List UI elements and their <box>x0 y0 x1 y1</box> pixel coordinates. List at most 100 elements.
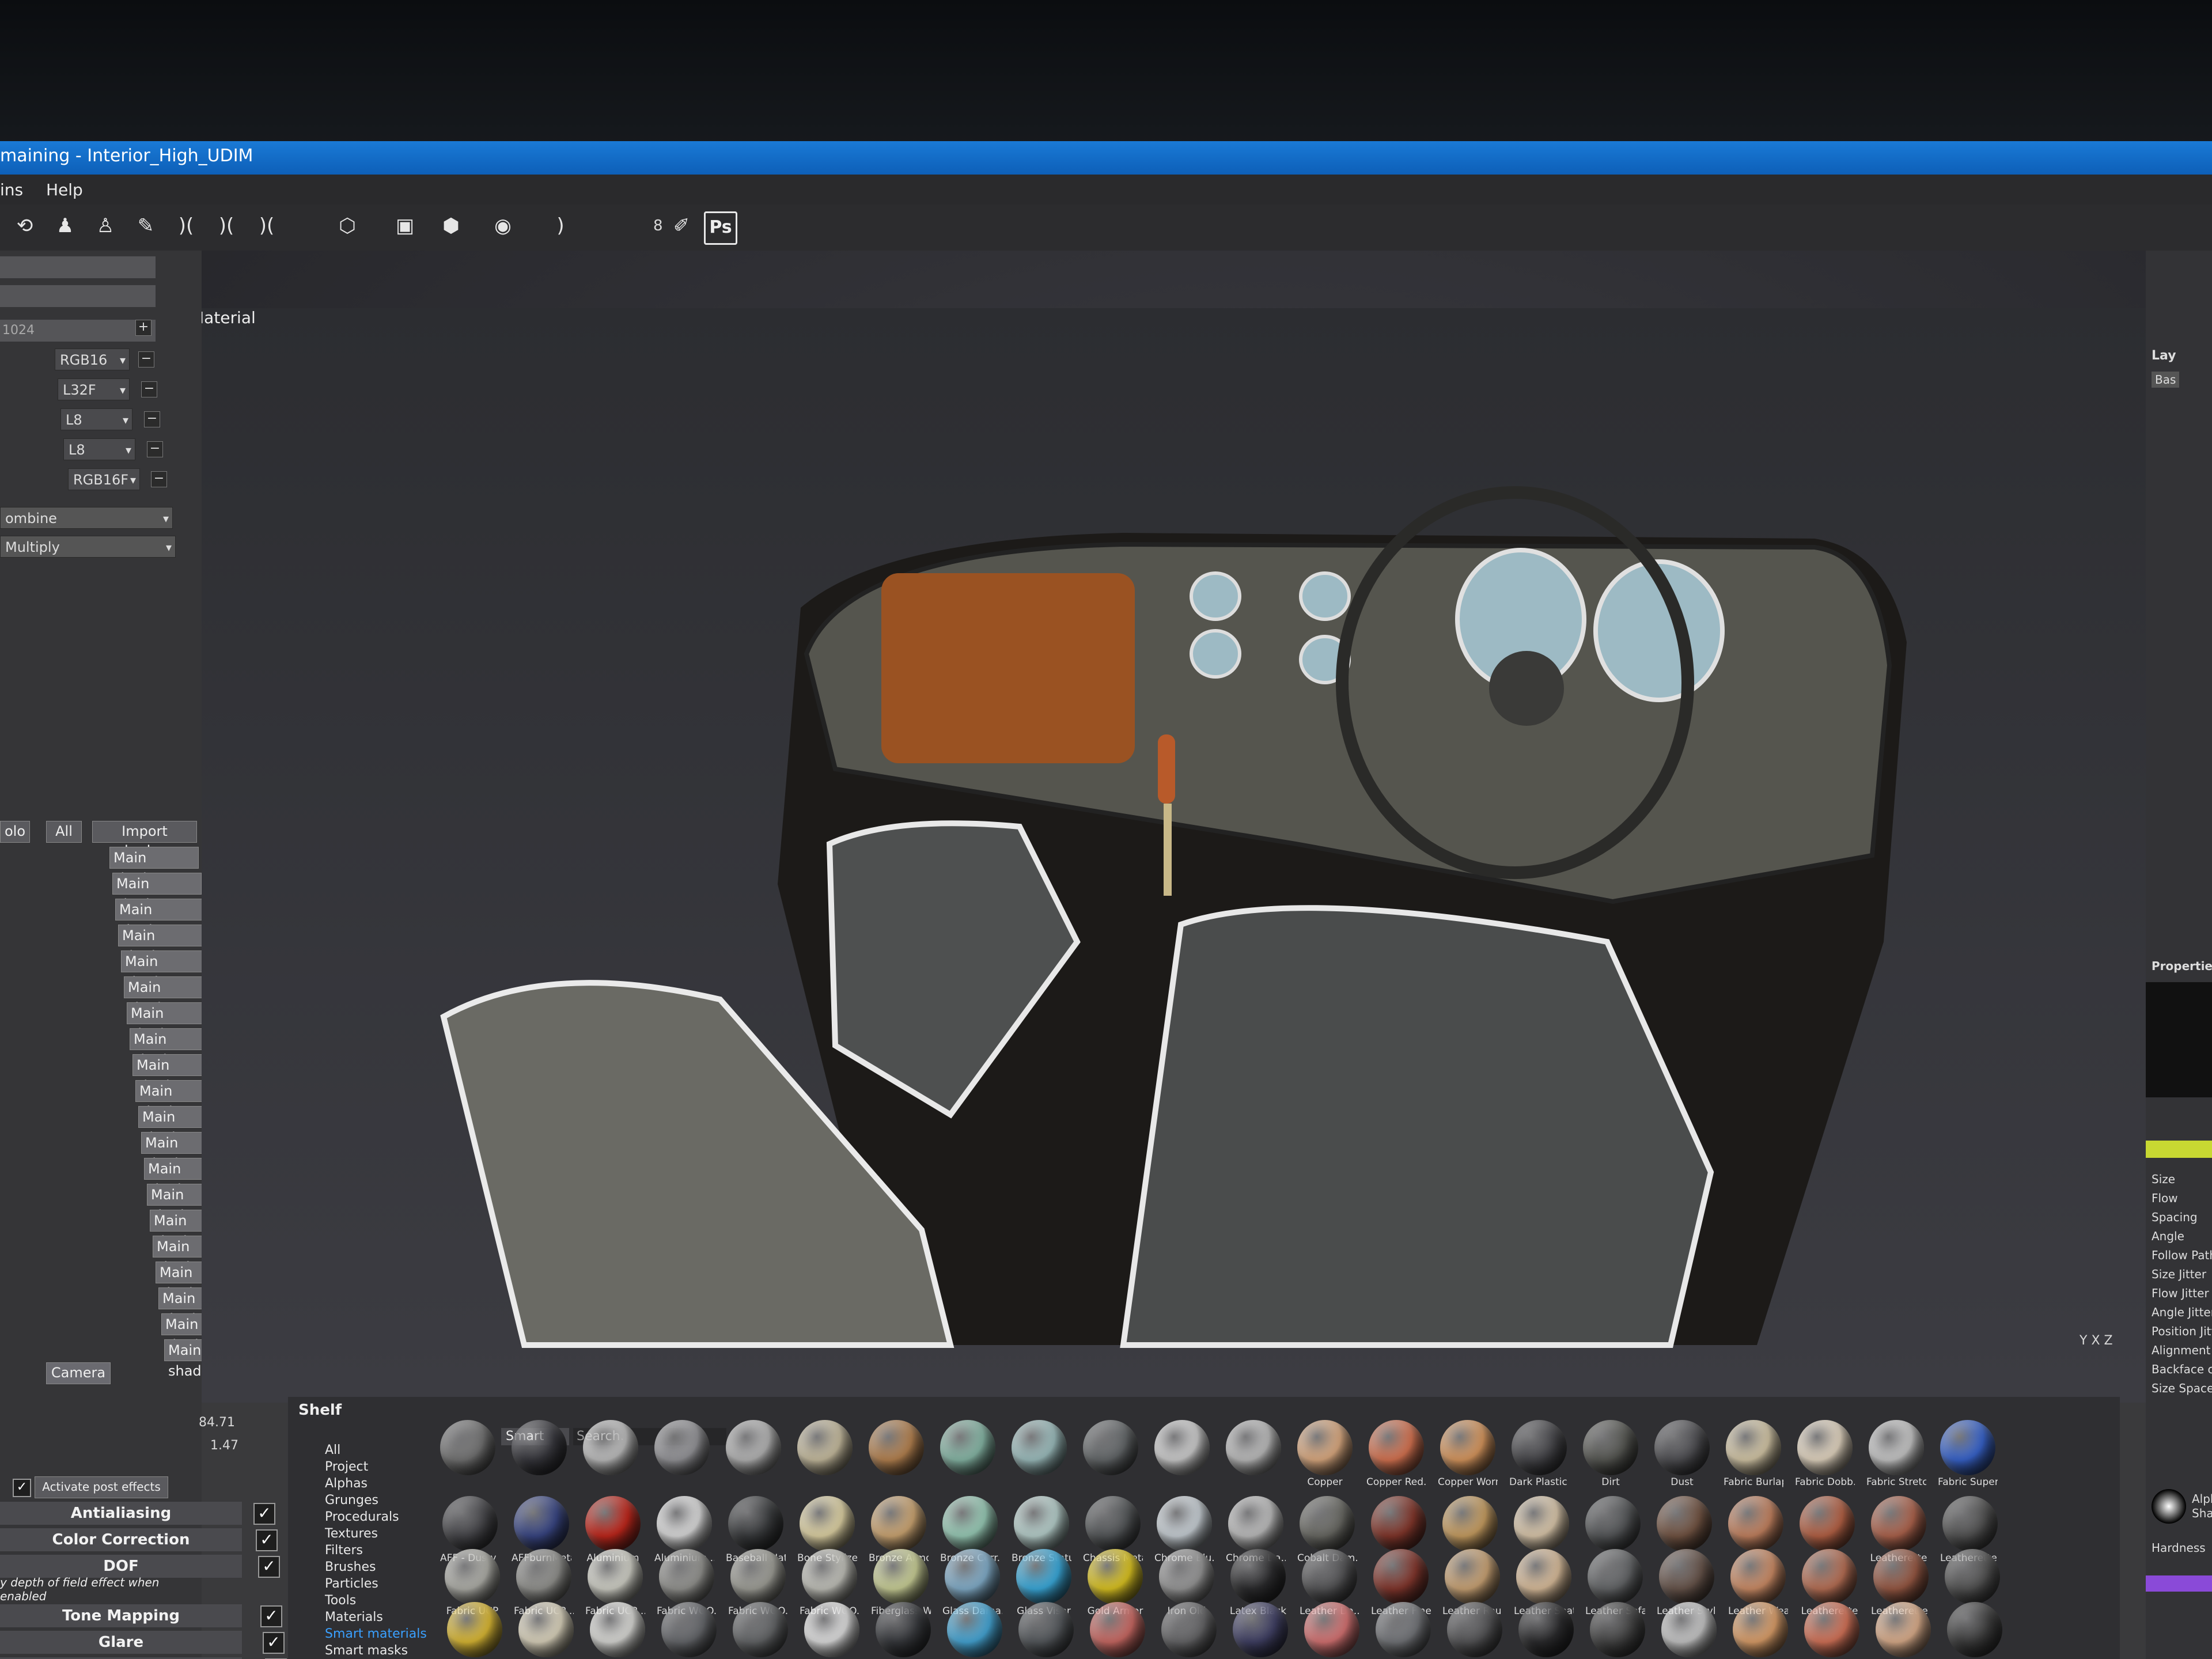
shelf-category[interactable]: All <box>325 1443 340 1457</box>
param-label[interactable]: Alignment <box>2152 1343 2210 1357</box>
alpha-shape-icon[interactable] <box>2152 1489 2186 1524</box>
material-swatch[interactable]: Rubber Tire <box>1516 1602 1576 1659</box>
layer-base[interactable]: Bas <box>2152 372 2180 388</box>
format-select-5[interactable]: RGB16F <box>68 468 140 491</box>
shader-item[interactable]: Main shader <box>118 925 207 964</box>
post-effect-checkbox[interactable]: ✓ <box>258 1556 280 1578</box>
post-effect-checkbox[interactable]: ✓ <box>263 1632 285 1654</box>
param-label[interactable]: Follow Path <box>2152 1248 2212 1262</box>
material-swatch[interactable] <box>1081 1420 1141 1476</box>
format-select-1[interactable]: RGB16 <box>55 349 130 371</box>
remove-channel-4[interactable]: − <box>147 441 163 457</box>
cube-wire-icon[interactable]: ⬢ <box>438 213 464 239</box>
shelf-category[interactable]: Materials <box>325 1610 383 1624</box>
param-label[interactable]: Size Space <box>2152 1381 2212 1395</box>
material-swatch[interactable]: Plastic Soft ... <box>1159 1602 1219 1659</box>
layer-name-field[interactable] <box>0 256 156 278</box>
post-effect-checkbox[interactable]: ✓ <box>260 1605 282 1627</box>
material-swatch[interactable] <box>581 1420 641 1476</box>
material-swatch[interactable] <box>1369 1496 1429 1552</box>
material-swatch[interactable] <box>1945 1602 2005 1658</box>
distance-value[interactable]: 84.71 <box>199 1415 235 1430</box>
car-interior-model[interactable] <box>202 251 2146 1403</box>
import-shaders-button[interactable]: Import shaders <box>92 821 197 859</box>
material-swatch[interactable]: Skin Face <box>1730 1602 1790 1659</box>
material-swatch[interactable]: Skin Feverish <box>1802 1602 1862 1659</box>
param-label[interactable]: Size <box>2152 1172 2175 1186</box>
add-channel-button[interactable]: + <box>135 320 151 336</box>
mirror-y-icon[interactable]: )( <box>213 213 240 239</box>
material-swatch[interactable]: RadialStripe <box>1373 1602 1433 1659</box>
material-swatch[interactable]: Rubber Tire ... <box>1588 1602 1647 1659</box>
material-swatch[interactable]: Marble Polis... <box>445 1602 505 1659</box>
material-swatch[interactable]: Plastic Armo... <box>516 1602 576 1659</box>
post-effect-checkbox[interactable]: ✓ <box>253 1503 275 1525</box>
remove-channel-2[interactable]: − <box>141 381 157 397</box>
remove-channel-5[interactable]: − <box>151 471 167 487</box>
material-swatch[interactable]: Dark Plastic ... <box>1509 1420 1569 1488</box>
mirror-z-icon[interactable]: )( <box>253 213 280 239</box>
shader-item[interactable]: Main shader <box>121 950 210 990</box>
shelf-category[interactable]: Brushes <box>325 1560 376 1574</box>
shelf-category[interactable]: Particles <box>325 1577 378 1591</box>
material-swatch[interactable] <box>1583 1496 1643 1552</box>
material-swatch[interactable] <box>652 1420 712 1476</box>
material-swatch[interactable] <box>795 1420 855 1476</box>
layer-path-field[interactable] <box>0 285 156 307</box>
material-swatch[interactable]: Plastic Fake ... <box>802 1602 862 1659</box>
shelf-category[interactable]: Smart materials <box>325 1627 427 1641</box>
material-swatch[interactable] <box>1512 1496 1571 1552</box>
tab-all[interactable]: All <box>46 821 82 843</box>
material-swatch[interactable] <box>1152 1420 1212 1476</box>
material-swatch[interactable] <box>1440 1496 1500 1552</box>
material-swatch[interactable]: Skin Human... <box>1873 1602 1933 1659</box>
material-swatch[interactable]: Fabric Dobb... <box>1795 1420 1855 1488</box>
material-swatch[interactable] <box>1942 1549 2002 1605</box>
material-swatch[interactable]: Silver Armor <box>1659 1602 1719 1659</box>
stamp-remove-icon[interactable]: ♙ <box>92 213 119 239</box>
material-swatch[interactable]: Fabric Super... <box>1938 1420 1998 1488</box>
activate-post-effects-checkbox[interactable]: ✓ <box>13 1479 31 1497</box>
param-label[interactable]: Position Jitter <box>2152 1324 2212 1338</box>
material-swatch[interactable]: Plastic Rubber <box>1088 1602 1147 1659</box>
shelf-category[interactable]: Tools <box>325 1593 356 1608</box>
shader-item[interactable]: Main shader <box>115 899 204 938</box>
material-swatch[interactable]: Fabric Burlap <box>1724 1420 1783 1488</box>
camera-icon[interactable]: ▣ <box>392 213 418 239</box>
material-swatch[interactable]: Copper Red... <box>1366 1420 1426 1488</box>
material-swatch[interactable] <box>938 1420 998 1476</box>
stamp-icon[interactable]: ♟ <box>52 213 78 239</box>
format-select-2[interactable]: L32F <box>58 378 130 401</box>
shader-item[interactable]: Main shader <box>124 976 213 1016</box>
material-swatch[interactable]: Plastic Cap <box>730 1602 790 1659</box>
lasso-icon[interactable]: ⟲ <box>12 213 38 239</box>
fov-value[interactable]: 1.47 <box>210 1438 238 1453</box>
param-label[interactable]: Flow Jitter <box>2152 1286 2209 1300</box>
param-label[interactable]: Flow <box>2152 1191 2178 1205</box>
screenshot-icon[interactable]: ◉ <box>490 213 516 239</box>
material-swatch[interactable] <box>438 1420 498 1476</box>
shader-item[interactable]: Main shader <box>112 873 202 912</box>
format-select-4[interactable]: L8 <box>63 438 135 461</box>
post-effect-checkbox[interactable]: ✓ <box>256 1529 278 1551</box>
param-label[interactable]: Backface culling <box>2152 1362 2212 1376</box>
material-swatch[interactable]: Plastic Armo... <box>588 1602 647 1659</box>
shelf-category[interactable]: Procedurals <box>325 1510 399 1524</box>
shelf-category[interactable]: Smart masks <box>325 1643 408 1658</box>
symmetry-icon[interactable]: ) <box>547 213 574 239</box>
material-swatch[interactable] <box>1797 1496 1857 1552</box>
remove-channel-1[interactable]: − <box>138 351 154 368</box>
param-label[interactable]: Angle <box>2152 1229 2184 1243</box>
blend-mode-select[interactable]: Multiply <box>0 536 176 558</box>
param-label[interactable]: Angle Jitter <box>2152 1305 2212 1319</box>
material-swatch[interactable] <box>509 1420 569 1476</box>
cube-view-icon[interactable]: ⬡ <box>334 213 361 239</box>
material-swatch[interactable] <box>1726 1496 1786 1552</box>
material-swatch[interactable]: Plastic Hexa... <box>945 1602 1005 1659</box>
eyedropper-icon[interactable]: ✎ <box>132 213 159 239</box>
material-swatch[interactable]: Plastic Armo... <box>659 1602 719 1659</box>
shelf-category[interactable]: Alphas <box>325 1476 368 1491</box>
param-label[interactable]: Spacing <box>2152 1210 2198 1224</box>
shader-item[interactable]: Main shader <box>109 847 199 887</box>
material-swatch[interactable]: Copper Worn <box>1438 1420 1498 1488</box>
